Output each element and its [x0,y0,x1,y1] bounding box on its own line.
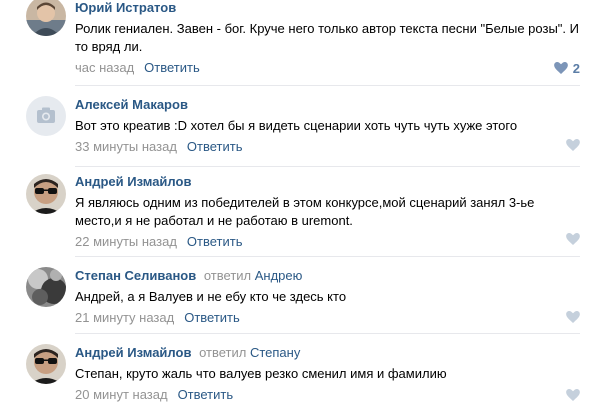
comment-time[interactable]: 33 минуты назад [75,139,177,154]
comment-meta: 22 минуты назад Ответить [75,233,580,251]
comment-text: Ролик гениален. Завен - бог. Круче него … [75,21,579,54]
avatar-photo-icon[interactable] [26,0,66,36]
author-name[interactable]: Алексей Макаров [75,97,188,112]
comments-feed: Юрий Истратов Ролик гениален. Завен - бо… [0,0,600,415]
camera-placeholder-icon[interactable] [26,96,66,136]
like-button[interactable] [566,309,580,325]
comment-item: Андрей Измайлов ответил Степану Степан, … [0,334,600,415]
reply-button[interactable]: Ответить [184,310,240,325]
sunglasses-avatar-icon[interactable] [26,344,66,384]
comment-body: Юрий Истратов Ролик гениален. Завен - бо… [75,0,580,77]
comment-time[interactable]: 20 минут назад [75,387,168,402]
reply-button[interactable]: Ответить [187,139,243,154]
like-count: 2 [572,60,580,76]
comment-text: Вот это креатив :D хотел бы я видеть сце… [75,118,518,133]
comment-time[interactable]: 21 минуту назад [75,310,174,325]
comment-item: Юрий Истратов Ролик гениален. Завен - бо… [0,0,600,82]
comment-item: Андрей Измайлов Я являюсь одним из побед… [0,167,600,259]
author-line: Юрий Истратов [75,0,580,16]
comment-meta: 20 минут назад Ответить [75,386,580,404]
heart-icon [566,389,580,401]
heart-icon [566,233,580,245]
comment-body: Андрей Измайлов Я являюсь одним из побед… [75,174,580,251]
comment-item: Степан Селиванов ответил Андрею Андрей, … [0,257,600,335]
like-button[interactable]: 2 [553,60,580,76]
author-line: Степан Селиванов ответил Андрею [75,268,580,284]
bw-photo-avatar-icon[interactable] [26,267,66,307]
author-line: Андрей Измайлов ответил Степану [75,345,580,361]
reply-button[interactable]: Ответить [144,60,200,75]
comment-meta: 33 минуты назад Ответить [75,138,580,156]
comment-time[interactable]: 22 минуты назад [75,234,177,249]
comment-body: Андрей Измайлов ответил Степану Степан, … [75,345,580,404]
reply-target[interactable]: Степану [250,345,300,360]
reply-prefix: ответил [199,345,247,360]
author-name[interactable]: Андрей Измайлов [75,345,191,360]
comment-text: Я являюсь одним из победителей в этом ко… [75,195,535,228]
author-name[interactable]: Степан Селиванов [75,268,196,283]
heart-icon [566,139,580,151]
comment-time[interactable]: час назад [75,60,134,75]
comment-text: Степан, круто жаль что валуев резко смен… [75,366,447,381]
reply-target[interactable]: Андрею [255,268,303,283]
author-line: Алексей Макаров [75,97,580,113]
heart-icon [553,62,568,74]
author-line: Андрей Измайлов [75,174,580,190]
comment-body: Алексей Макаров Вот это креатив :D хотел… [75,97,580,156]
reply-to: ответил Андрею [204,268,303,283]
like-button[interactable] [566,137,580,153]
reply-button[interactable]: Ответить [178,387,234,402]
heart-icon [566,311,580,323]
comment-meta: час назад Ответить [75,59,580,77]
like-button[interactable] [566,387,580,403]
author-name[interactable]: Андрей Измайлов [75,174,191,189]
comment-item: Алексей Макаров Вот это креатив :D хотел… [0,86,600,169]
reply-to: ответил Степану [199,345,300,360]
comment-body: Степан Селиванов ответил Андрею Андрей, … [75,268,580,327]
like-button[interactable] [566,231,580,247]
reply-button[interactable]: Ответить [187,234,243,249]
comment-meta: 21 минуту назад Ответить [75,309,580,327]
comment-text: Андрей, а я Валуев и не ебу кто че здесь… [75,289,347,304]
sunglasses-avatar-icon[interactable] [26,174,66,214]
author-name[interactable]: Юрий Истратов [75,0,176,15]
reply-prefix: ответил [203,268,252,283]
